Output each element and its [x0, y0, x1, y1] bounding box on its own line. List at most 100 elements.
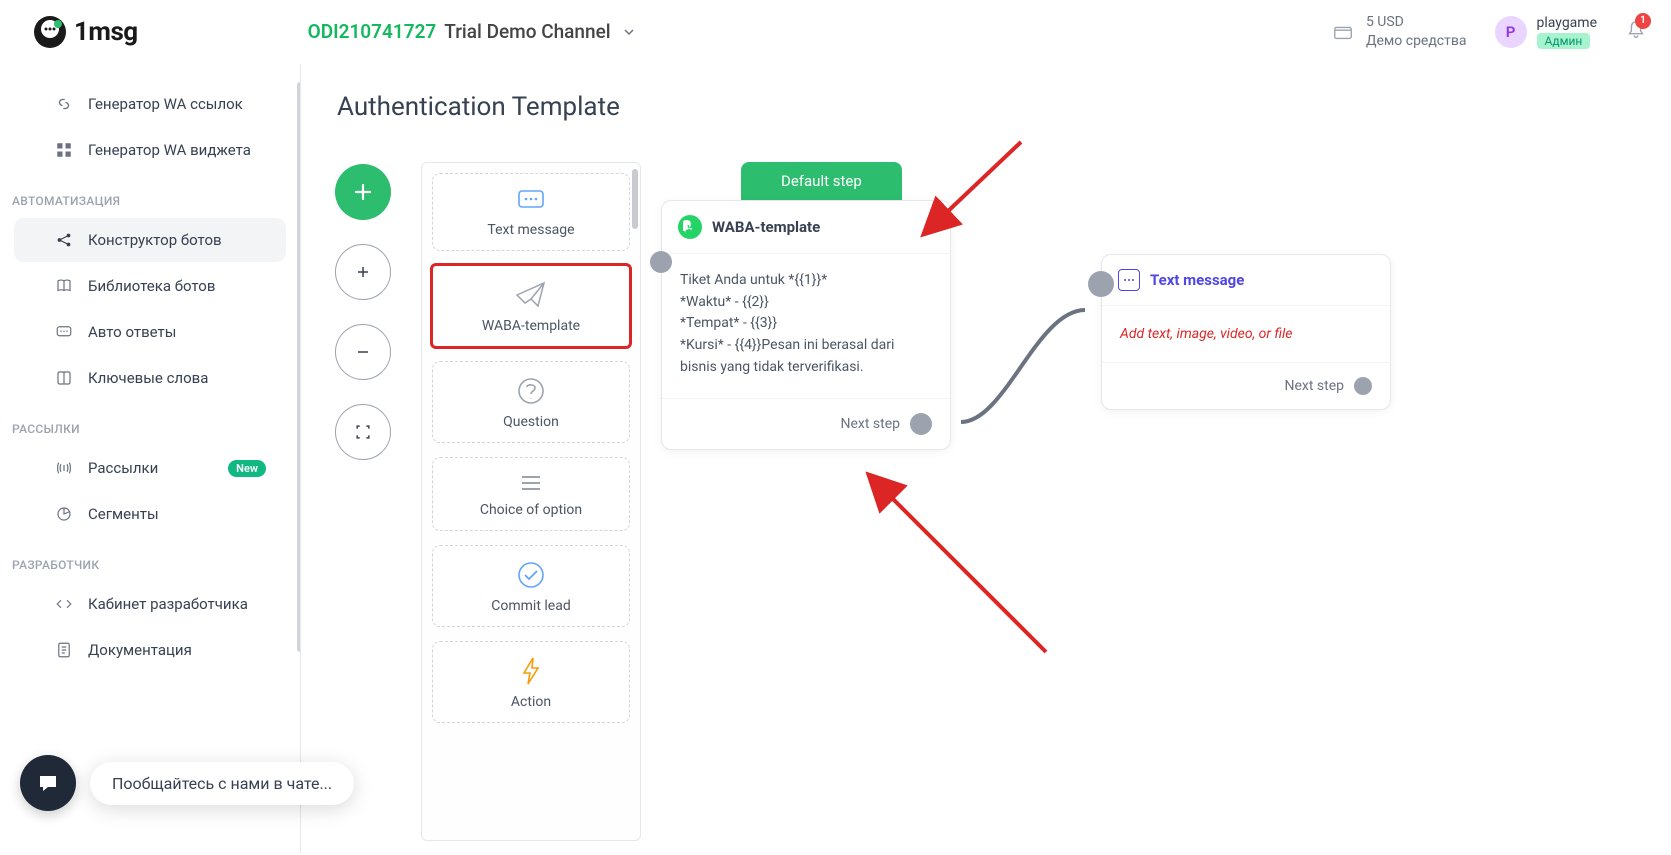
list-icon — [516, 472, 546, 494]
sidebar-label: Сегменты — [88, 505, 159, 523]
default-step-chip[interactable]: Default step — [741, 162, 902, 200]
node-footer: Next step — [1102, 362, 1390, 409]
sidebar-label: Генератор WA виджета — [88, 141, 251, 159]
sidebar-item-bot-constructor[interactable]: Конструктор ботов — [14, 218, 286, 262]
palette-scrollbar[interactable] — [632, 169, 638, 229]
header: 1msg ODI210741727 Trial Demo Channel 5 U… — [0, 0, 1671, 64]
sidebar-item-dev-cabinet[interactable]: Кабинет разработчика — [14, 582, 286, 626]
flow-canvas[interactable]: Default step WABA-template Tiket Anda un… — [661, 162, 1651, 843]
user-menu[interactable]: P playgame Админ — [1495, 15, 1598, 49]
expand-icon — [353, 422, 373, 442]
fullscreen-button[interactable] — [335, 404, 391, 460]
broadcast-icon — [54, 458, 74, 478]
flow-node-waba[interactable]: WABA-template Tiket Anda untuk *{{1}}* *… — [661, 200, 951, 450]
logo-text: 1msg — [74, 17, 138, 47]
channel-name: Trial Demo Channel — [444, 20, 610, 43]
sidebar-label: Кабинет разработчика — [88, 595, 248, 613]
flow-node-text[interactable]: Text message Add text, image, video, or … — [1101, 254, 1391, 410]
sidebar-label: Конструктор ботов — [88, 231, 222, 249]
chat-bubble-icon — [36, 771, 60, 795]
section-developer: РАЗРАБОТЧИК — [0, 538, 300, 580]
avatar: P — [1495, 16, 1527, 48]
pie-icon — [54, 504, 74, 524]
node-footer: Next step — [662, 398, 950, 449]
logo[interactable]: 1msg — [32, 14, 138, 50]
whatsapp-icon — [678, 215, 702, 239]
node-title: Text message — [1150, 271, 1244, 289]
sidebar-item-widget-generator[interactable]: Генератор WA виджета — [14, 128, 286, 172]
sidebar-item-mailings[interactable]: Рассылки New — [14, 446, 286, 490]
sidebar-item-documentation[interactable]: Документация — [14, 628, 286, 672]
node-placeholder[interactable]: Add text, image, video, or file — [1102, 306, 1390, 362]
sidebar-label: Документация — [88, 641, 192, 659]
code-icon — [54, 594, 74, 614]
sidebar-item-bot-library[interactable]: Библиотека ботов — [14, 264, 286, 308]
palette-waba-template[interactable]: WABA-template — [432, 265, 630, 347]
add-button[interactable] — [335, 164, 391, 220]
sidebar-item-auto-replies[interactable]: Авто ответы — [14, 310, 286, 354]
channel-selector[interactable]: ODI210741727 Trial Demo Channel — [308, 20, 635, 43]
palette-action[interactable]: Action — [432, 641, 630, 723]
share-icon — [54, 230, 74, 250]
grid-icon — [54, 140, 74, 160]
sidebar-label: Библиотека ботов — [88, 277, 215, 295]
new-badge: New — [228, 460, 266, 477]
question-icon — [516, 376, 546, 406]
sidebar: Генератор WA ссылок Генератор WA виджета… — [0, 64, 300, 853]
annotation-arrow-2 — [856, 462, 1056, 662]
palette-label: Choice of option — [480, 502, 582, 518]
sidebar-label: Ключевые слова — [88, 369, 208, 387]
balance-label: Демо средства — [1366, 32, 1467, 50]
connector-line — [939, 302, 1119, 462]
connector-in[interactable] — [1088, 271, 1114, 297]
sidebar-label: Генератор WA ссылок — [88, 95, 243, 113]
zoom-out-button[interactable] — [335, 324, 391, 380]
message-icon — [515, 188, 547, 214]
plus-icon — [351, 180, 375, 204]
connector-in[interactable] — [650, 251, 672, 273]
link-icon — [54, 94, 74, 114]
palette-commit-lead[interactable]: Commit lead — [432, 545, 630, 627]
connector-out[interactable] — [910, 413, 932, 435]
connector-out[interactable] — [1354, 377, 1372, 395]
doc-icon — [54, 640, 74, 660]
palette-question[interactable]: Question — [432, 361, 630, 443]
book-icon — [54, 276, 74, 296]
palette-label: WABA-template — [482, 318, 580, 334]
palette-text-message[interactable]: Text message — [432, 173, 630, 251]
sidebar-label: Авто ответы — [88, 323, 176, 341]
chat-popup[interactable]: Пообщайтесь с нами в чате... — [90, 762, 354, 805]
notifications-button[interactable]: 1 — [1625, 19, 1647, 45]
wallet-icon — [1332, 21, 1354, 43]
zoom-in-button[interactable] — [335, 244, 391, 300]
channel-id: ODI210741727 — [308, 20, 437, 43]
sidebar-item-keywords[interactable]: Ключевые слова — [14, 356, 286, 400]
main: Authentication Template Text message WAB… — [300, 64, 1671, 853]
next-step-label: Next step — [1285, 378, 1345, 394]
chat-fab[interactable] — [20, 755, 76, 811]
palette-choice[interactable]: Choice of option — [432, 457, 630, 531]
palette-label: Commit lead — [491, 598, 570, 614]
chat-icon — [54, 322, 74, 342]
chevron-down-icon — [623, 26, 635, 38]
sidebar-item-link-generator[interactable]: Генератор WA ссылок — [14, 82, 286, 126]
palette-label: Text message — [487, 222, 574, 238]
toolbar — [335, 164, 391, 460]
user-name: playgame — [1537, 15, 1598, 31]
logo-icon — [32, 14, 68, 50]
bolt-icon — [520, 656, 542, 686]
section-mailings: РАССЫЛКИ — [0, 402, 300, 444]
balance-amount: 5 USD — [1366, 13, 1467, 31]
balance[interactable]: 5 USD Демо средства — [1332, 13, 1467, 49]
sidebar-label: Рассылки — [88, 459, 158, 477]
plus-icon — [353, 262, 373, 282]
minus-icon — [353, 342, 373, 362]
next-step-label: Next step — [841, 416, 901, 432]
message-box-icon — [1118, 269, 1140, 291]
section-automation: АВТОМАТИЗАЦИЯ — [0, 174, 300, 216]
notification-badge: 1 — [1635, 13, 1651, 29]
sidebar-item-segments[interactable]: Сегменты — [14, 492, 286, 536]
user-role-badge: Админ — [1537, 33, 1591, 49]
send-icon — [514, 280, 548, 310]
columns-icon — [54, 368, 74, 388]
